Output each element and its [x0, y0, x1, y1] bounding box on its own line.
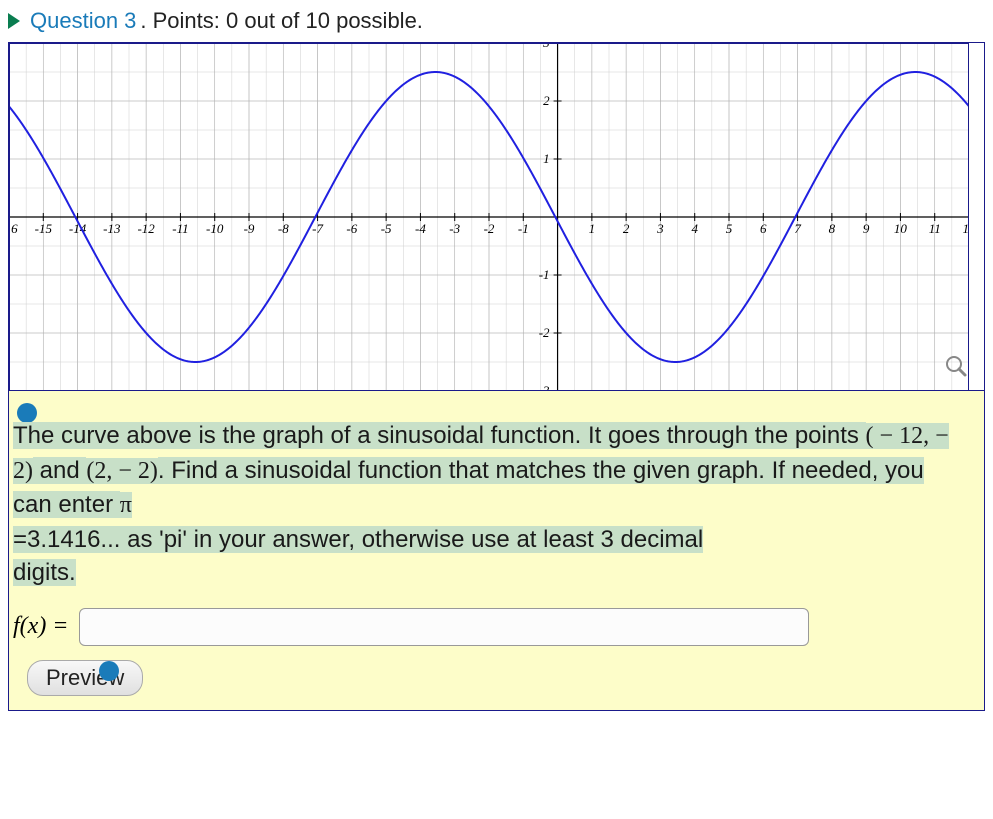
svg-text:1: 1 [589, 221, 596, 236]
answer-row: f(x) = [9, 600, 984, 654]
slider-handle-end[interactable] [99, 661, 119, 681]
svg-text:-1: -1 [539, 267, 550, 282]
prompt-pi: π [120, 492, 132, 518]
answer-input[interactable] [79, 608, 809, 646]
svg-text:-16: -16 [9, 221, 18, 236]
svg-text:-2: -2 [484, 221, 495, 236]
svg-text:5: 5 [726, 221, 733, 236]
question-content: -16-15-14-13-12-11-10-9-8-7-6-5-4-3-2-11… [8, 42, 985, 711]
svg-text:2: 2 [543, 93, 550, 108]
svg-text:-8: -8 [278, 221, 289, 236]
fx-label: f(x) = [13, 613, 69, 640]
question-link[interactable]: Question 3 [30, 8, 136, 34]
svg-text:10: 10 [894, 221, 908, 236]
sinusoid-chart: -16-15-14-13-12-11-10-9-8-7-6-5-4-3-2-11… [9, 43, 969, 391]
svg-text:2: 2 [623, 221, 630, 236]
points-text: . Points: 0 out of 10 possible. [140, 8, 423, 34]
svg-text:-5: -5 [381, 221, 392, 236]
svg-text:-6: -6 [346, 221, 357, 236]
svg-text:-15: -15 [35, 221, 53, 236]
question-header: Question 3 . Points: 0 out of 10 possibl… [8, 4, 985, 42]
svg-text:-12: -12 [137, 221, 155, 236]
svg-text:3: 3 [656, 221, 664, 236]
prompt-part-2: and [33, 457, 86, 484]
svg-text:-3: -3 [449, 221, 460, 236]
svg-text:3: 3 [542, 43, 550, 50]
svg-text:-7: -7 [312, 221, 323, 236]
svg-text:-1: -1 [518, 221, 529, 236]
svg-text:4: 4 [691, 221, 698, 236]
collapse-toggle-icon[interactable] [8, 13, 20, 29]
svg-text:7: 7 [794, 221, 801, 236]
question-prompt: The curve above is the graph of a sinuso… [9, 391, 984, 600]
prompt-part-4: =3.1416... as 'pi' in your answer, other… [13, 526, 703, 553]
svg-text:9: 9 [863, 221, 870, 236]
svg-text:-10: -10 [206, 221, 224, 236]
svg-text:-4: -4 [415, 221, 426, 236]
svg-text:-13: -13 [103, 221, 121, 236]
svg-text:-11: -11 [172, 221, 188, 236]
svg-text:-9: -9 [244, 221, 255, 236]
svg-text:11: 11 [929, 221, 941, 236]
svg-text:-3: -3 [539, 383, 550, 391]
svg-text:6: 6 [760, 221, 767, 236]
graph-area[interactable]: -16-15-14-13-12-11-10-9-8-7-6-5-4-3-2-11… [9, 43, 984, 391]
prompt-part-1: The curve above is the graph of a sinuso… [13, 422, 866, 449]
prompt-part-4b: digits. [13, 559, 76, 586]
svg-text:8: 8 [829, 221, 836, 236]
prompt-point-2: (2, − 2) [86, 458, 158, 484]
svg-text:1: 1 [543, 151, 550, 166]
preview-button[interactable]: Preview [27, 660, 143, 696]
svg-text:-2: -2 [539, 325, 550, 340]
